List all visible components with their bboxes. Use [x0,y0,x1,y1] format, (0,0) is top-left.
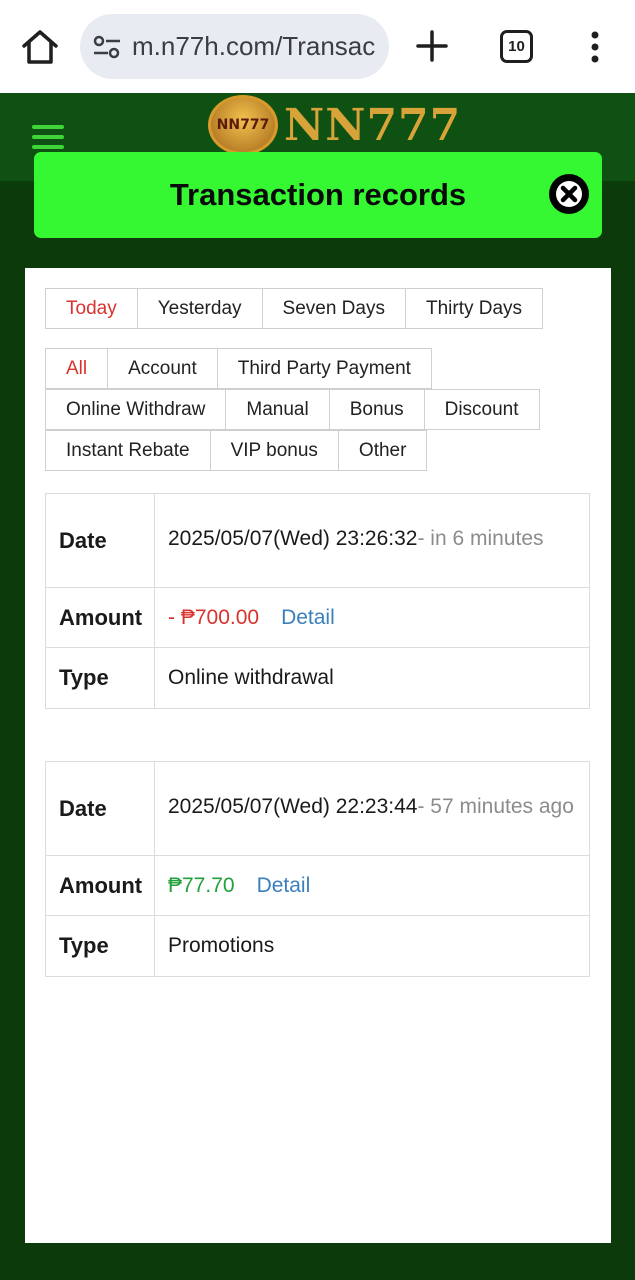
type-label: Type [45,915,155,977]
amount-label: Amount [45,587,155,648]
type-discount[interactable]: Discount [423,389,540,430]
record-amount: ₱77.70 [168,873,235,897]
filter-yesterday[interactable]: Yesterday [136,288,263,329]
date-label: Date [45,493,155,588]
type-filter-group: Online Withdraw Manual Bonus Discount [45,389,540,430]
new-tab-icon[interactable] [414,28,450,64]
modal-title: Transaction records [169,177,467,212]
type-all[interactable]: All [45,348,109,389]
address-bar[interactable]: m.n77h.com/Transac [80,14,389,79]
tab-switcher-button[interactable]: 10 [500,30,533,63]
tab-count: 10 [508,38,525,55]
record-date: 2025/05/07(Wed) 23:26:32 [168,527,418,550]
date-value: 2025/05/07(Wed) 22:23:44- 57 minutes ago [154,761,590,856]
type-online-withdraw[interactable]: Online Withdraw [45,389,227,430]
amount-value: ₱77.70 Detail [154,855,590,916]
url-text: m.n77h.com/Transac [132,31,376,61]
filter-today[interactable]: Today [45,288,138,329]
type-filter-group: All Account Third Party Payment [45,348,432,389]
filter-seven-days[interactable]: Seven Days [261,288,406,329]
amount-label: Amount [45,855,155,916]
home-icon[interactable] [20,28,60,66]
type-bonus[interactable]: Bonus [328,389,425,430]
record-type: Online withdrawal [154,647,590,709]
transaction-record: Date 2025/05/07(Wed) 22:23:44- 57 minute… [45,761,590,977]
date-value: 2025/05/07(Wed) 23:26:32- in 6 minutes [154,493,590,588]
date-label: Date [45,761,155,856]
record-relative-time: - in 6 minutes [417,527,544,550]
type-manual[interactable]: Manual [225,389,330,430]
hamburger-menu-icon[interactable] [32,125,64,149]
type-instant-rebate[interactable]: Instant Rebate [45,430,211,471]
filter-thirty-days[interactable]: Thirty Days [404,288,544,329]
modal-body: Today Yesterday Seven Days Thirty Days A… [25,268,611,1243]
site-logo[interactable]: NN777 NN777 [208,95,461,155]
type-account[interactable]: Account [107,348,218,389]
site-settings-icon[interactable] [92,34,122,60]
logo-text: NN777 [284,99,462,151]
date-filter-group: Today Yesterday Seven Days Thirty Days [45,288,544,329]
transaction-record: Date 2025/05/07(Wed) 23:26:32- in 6 minu… [45,493,590,709]
detail-link[interactable]: Detail [281,606,335,629]
browser-toolbar: m.n77h.com/Transac 10 [0,0,635,93]
type-other[interactable]: Other [337,430,428,471]
close-icon [551,176,587,212]
type-filter-group: Instant Rebate VIP bonus Other [45,430,428,471]
record-amount: - ₱700.00 [168,605,260,629]
more-menu-icon[interactable] [586,30,604,64]
type-third-party-payment[interactable]: Third Party Payment [216,348,432,389]
type-label: Type [45,647,155,709]
detail-link[interactable]: Detail [257,874,311,897]
type-vip-bonus[interactable]: VIP bonus [209,430,339,471]
amount-value: - ₱700.00 Detail [154,587,590,648]
close-button[interactable] [549,174,589,214]
record-type: Promotions [154,915,590,977]
logo-badge: NN777 [208,95,278,155]
modal-header: Transaction records [34,152,602,238]
record-date: 2025/05/07(Wed) 22:23:44 [168,795,418,818]
record-relative-time: - 57 minutes ago [417,795,574,818]
